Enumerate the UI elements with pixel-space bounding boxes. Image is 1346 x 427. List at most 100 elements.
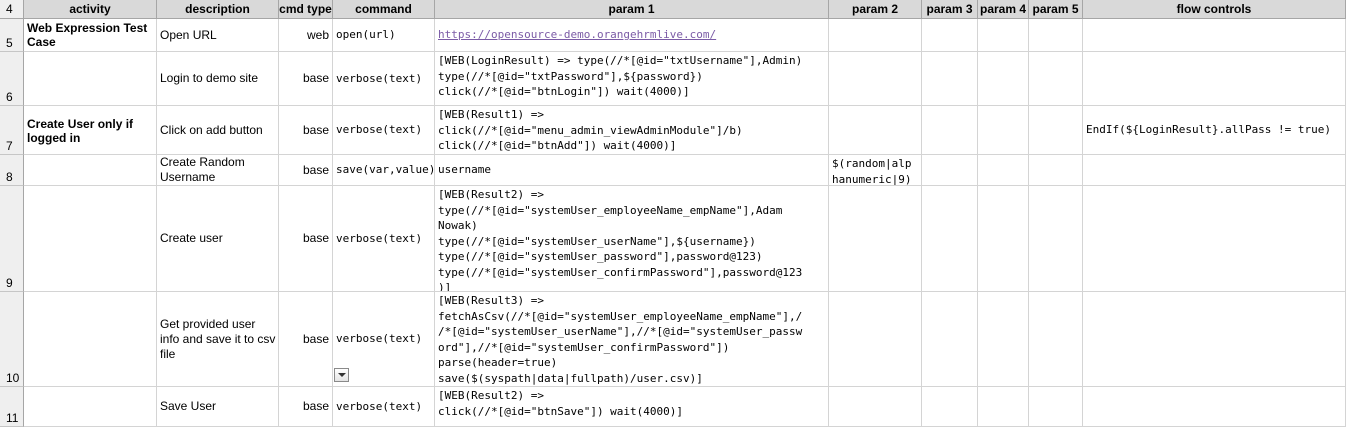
cell-flow-controls[interactable] (1083, 292, 1346, 387)
cell-activity[interactable] (24, 155, 157, 186)
cell-flow-controls[interactable] (1083, 19, 1346, 52)
url-link[interactable]: https://opensource-demo.orangehrmlive.co… (438, 27, 716, 43)
cell-param-5[interactable] (1029, 52, 1083, 106)
cell-param-3[interactable] (922, 186, 978, 292)
cell-param-2[interactable]: $(random|alp hanumeric|9) (829, 155, 922, 186)
cell-flow-controls[interactable] (1083, 387, 1346, 427)
cell-param-5[interactable] (1029, 19, 1083, 52)
cell-param-3[interactable] (922, 292, 978, 387)
command-text: verbose(text) (336, 332, 423, 346)
column-header-param5[interactable]: param 5 (1029, 0, 1083, 19)
cell-param-2[interactable] (829, 387, 922, 427)
column-header-description[interactable]: description (157, 0, 279, 19)
row-number-label: 8 (6, 170, 13, 184)
column-header-cmd-type[interactable]: cmd type (279, 0, 333, 19)
cell-param-3[interactable] (922, 52, 978, 106)
row-number-6[interactable]: 6 (0, 52, 24, 106)
cell-flow-controls[interactable]: EndIf(${LoginResult}.allPass != true) (1083, 106, 1346, 155)
column-header-label: cmd type (279, 2, 332, 16)
cell-param-1[interactable]: [WEB(Result1) => click(//*[@id="menu_admi… (435, 106, 829, 155)
cell-description[interactable]: Login to demo site (157, 52, 279, 106)
cell-description[interactable]: Create user (157, 186, 279, 292)
cell-command[interactable]: verbose(text) (333, 106, 435, 155)
command-text: verbose(text) (336, 231, 423, 245)
row-number-5[interactable]: 5 (0, 19, 24, 52)
row-number-label: 10 (6, 371, 20, 385)
column-header-param2[interactable]: param 2 (829, 0, 922, 19)
cell-activity[interactable]: Web Expression Test Case (24, 19, 157, 52)
row-number-7[interactable]: 7 (0, 106, 24, 155)
cell-param-5[interactable] (1029, 387, 1083, 427)
cell-description[interactable]: Create Random Username (157, 155, 279, 186)
cell-param-1[interactable]: [WEB(Result2) => click(//*[@id="btnSave"]… (435, 387, 829, 427)
cell-activity[interactable]: Create User only if logged in (24, 106, 157, 155)
cell-activity[interactable] (24, 186, 157, 292)
cell-param-5[interactable] (1029, 106, 1083, 155)
cell-command[interactable]: verbose(text) (333, 186, 435, 292)
cell-activity[interactable] (24, 292, 157, 387)
cell-cmd-type[interactable]: base (279, 292, 333, 387)
cell-param-2[interactable] (829, 292, 922, 387)
cell-param-5[interactable] (1029, 292, 1083, 387)
cell-param-2[interactable] (829, 106, 922, 155)
cell-param-1[interactable]: https://opensource-demo.orangehrmlive.co… (435, 19, 829, 52)
column-header-param3[interactable]: param 3 (922, 0, 978, 19)
row-number-11[interactable]: 11 (0, 387, 24, 427)
row-number-10[interactable]: 10 (0, 292, 24, 387)
param-2-line: hanumeric|9) (832, 172, 912, 186)
cell-param-1[interactable]: [WEB(Result2) => type(//*[@id="systemUser… (435, 186, 829, 292)
cell-param-1[interactable]: [WEB(LoginResult) => type(//*[@id="txtUs… (435, 52, 829, 106)
cell-cmd-type[interactable]: base (279, 155, 333, 186)
cell-activity[interactable] (24, 52, 157, 106)
cell-param-4[interactable] (978, 106, 1029, 155)
cell-cmd-type[interactable]: base (279, 387, 333, 427)
cell-command[interactable]: verbose(text) (333, 387, 435, 427)
column-header-param4[interactable]: param 4 (978, 0, 1029, 19)
cell-param-4[interactable] (978, 186, 1029, 292)
command-text: save(var,value) (336, 163, 435, 177)
cell-cmd-type[interactable]: base (279, 106, 333, 155)
cell-param-5[interactable] (1029, 186, 1083, 292)
cell-param-2[interactable] (829, 52, 922, 106)
cell-description[interactable]: Open URL (157, 19, 279, 52)
cell-param-2[interactable] (829, 186, 922, 292)
cell-command[interactable]: open(url) (333, 19, 435, 52)
cell-param-4[interactable] (978, 387, 1029, 427)
cell-activity[interactable] (24, 387, 157, 427)
cell-cmd-type[interactable]: base (279, 52, 333, 106)
dropdown-arrow-icon[interactable] (334, 368, 349, 382)
cell-flow-controls[interactable] (1083, 186, 1346, 292)
cell-param-1[interactable]: username (435, 155, 829, 186)
cell-command[interactable]: save(var,value) (333, 155, 435, 186)
cell-description[interactable]: Click on add button (157, 106, 279, 155)
cell-description[interactable]: Get provided user info and save it to cs… (157, 292, 279, 387)
flow-control-text: EndIf(${LoginResult}.allPass != true) (1086, 123, 1332, 137)
row-number-9[interactable]: 9 (0, 186, 24, 292)
cell-param-4[interactable] (978, 292, 1029, 387)
cell-flow-controls[interactable] (1083, 52, 1346, 106)
cell-param-2[interactable] (829, 19, 922, 52)
cell-param-3[interactable] (922, 155, 978, 186)
cell-cmd-type[interactable]: base (279, 186, 333, 292)
column-header-label: description (185, 2, 250, 16)
cell-param-3[interactable] (922, 19, 978, 52)
cell-param-3[interactable] (922, 387, 978, 427)
column-header-command[interactable]: command (333, 0, 435, 19)
cell-description[interactable]: Save User (157, 387, 279, 427)
column-header-param1[interactable]: param 1 (435, 0, 829, 19)
column-header-flow-controls[interactable]: flow controls (1083, 0, 1346, 19)
cell-command[interactable]: verbose(text) (333, 52, 435, 106)
cell-param-4[interactable] (978, 52, 1029, 106)
cell-cmd-type[interactable]: web (279, 19, 333, 52)
cell-param-3[interactable] (922, 106, 978, 155)
corner-cell[interactable]: 4 (0, 0, 24, 19)
cell-flow-controls[interactable] (1083, 155, 1346, 186)
cell-param-5[interactable] (1029, 155, 1083, 186)
cell-param-4[interactable] (978, 155, 1029, 186)
row-number-label: 5 (6, 36, 13, 50)
column-header-activity[interactable]: activity (24, 0, 157, 19)
row-number-8[interactable]: 8 (0, 155, 24, 186)
cell-param-1[interactable]: [WEB(Result3) => fetchAsCsv(//*[@id="syst… (435, 292, 829, 387)
cell-param-4[interactable] (978, 19, 1029, 52)
description-text: Create user (160, 231, 223, 245)
